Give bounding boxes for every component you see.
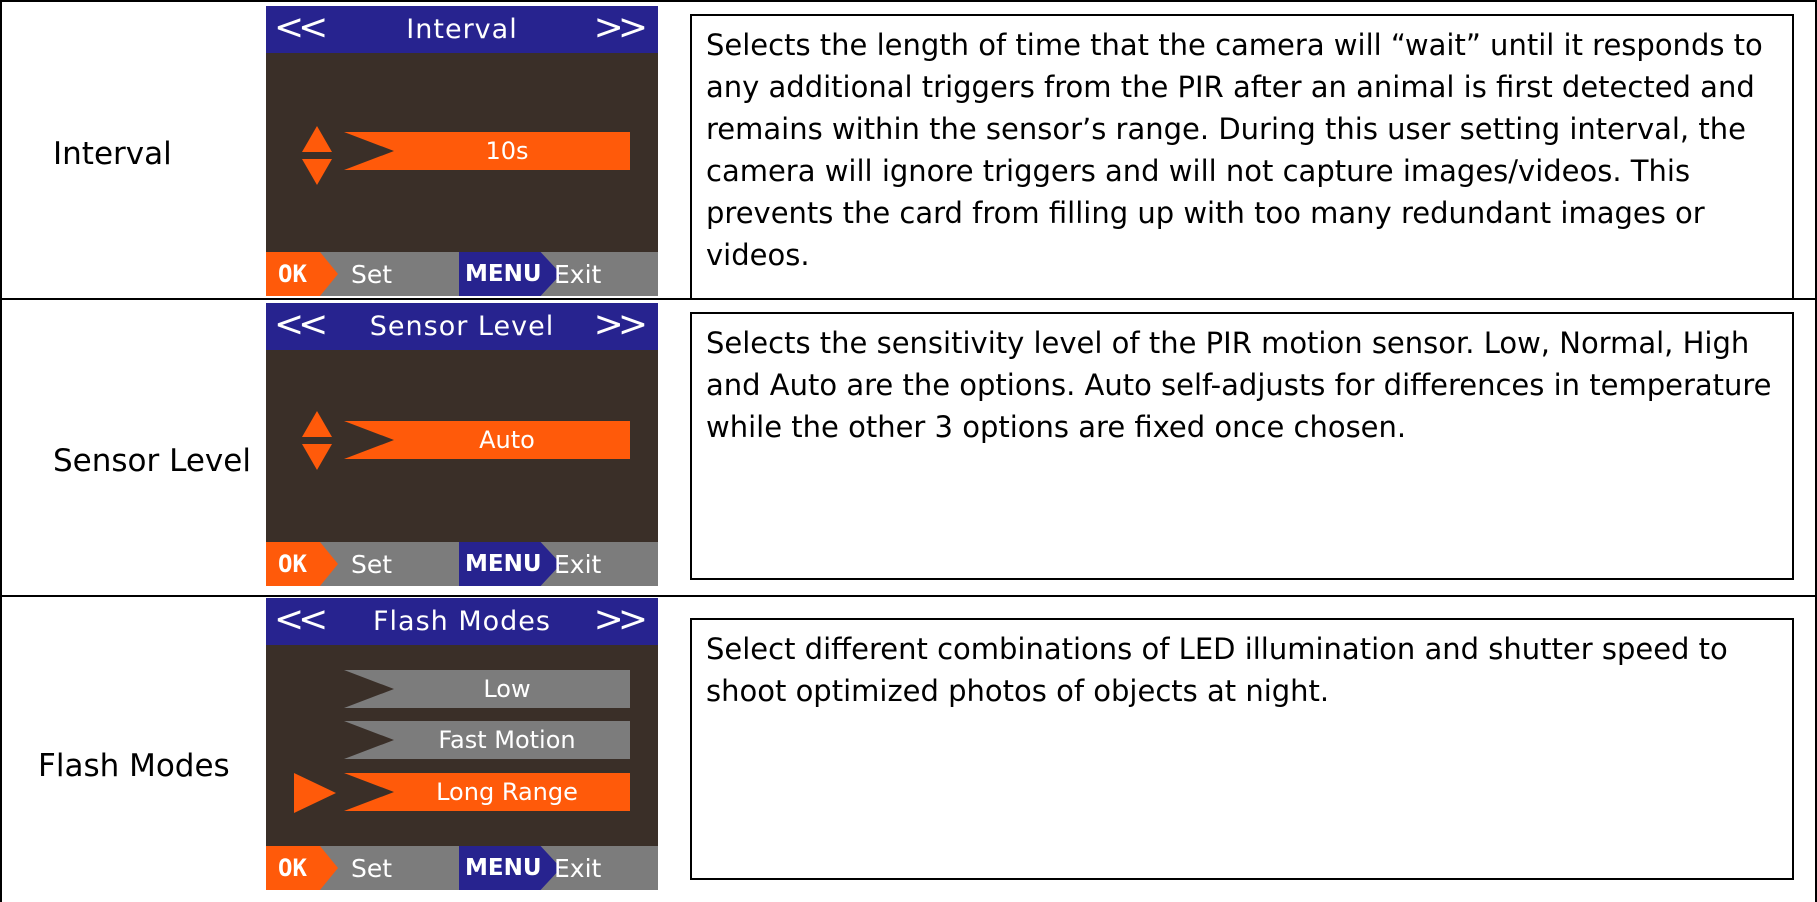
exit-label: Exit bbox=[554, 260, 602, 289]
double-chevron-right-icon[interactable]: >> bbox=[594, 598, 648, 645]
double-chevron-left-icon[interactable]: << bbox=[274, 303, 328, 350]
camera-screen-flash-modes: Flash Modes << >> Low Fast Motion Long R… bbox=[266, 598, 658, 890]
exit-label: Exit bbox=[554, 854, 602, 883]
screen-header-title: Sensor Level bbox=[369, 311, 555, 342]
exit-label: Exit bbox=[554, 550, 602, 579]
camera-screen-sensor-level: Sensor Level << >> Auto OK Set MENU Exit bbox=[266, 303, 658, 586]
screen-header-title: Flash Modes bbox=[373, 606, 551, 637]
ok-label: OK bbox=[278, 260, 307, 288]
row-label-sensor-level: Sensor Level bbox=[53, 443, 251, 479]
menu-label: MENU bbox=[465, 551, 542, 577]
option-label: Fast Motion bbox=[438, 726, 576, 754]
ok-label: OK bbox=[278, 854, 307, 882]
description-flash-modes: Select different combinations of LED ill… bbox=[690, 618, 1794, 880]
flash-mode-option[interactable]: Low bbox=[344, 670, 630, 708]
setting-value: 10s bbox=[485, 137, 529, 165]
screen-footer: OK Set MENU Exit bbox=[266, 846, 658, 890]
setting-value-bar[interactable]: 10s bbox=[344, 132, 630, 170]
set-label: Set bbox=[351, 854, 393, 883]
setting-value: Auto bbox=[479, 426, 535, 454]
row-label-flash-modes: Flash Modes bbox=[38, 748, 230, 784]
set-label: Set bbox=[351, 550, 393, 579]
description-interval: Selects the length of time that the came… bbox=[690, 14, 1794, 300]
screen-footer: OK Set MENU Exit bbox=[266, 542, 658, 586]
row-divider-2 bbox=[0, 595, 1817, 597]
flash-mode-option[interactable]: Fast Motion bbox=[344, 721, 630, 759]
table-border-top bbox=[0, 0, 1817, 2]
screen-header-title: Interval bbox=[406, 14, 518, 45]
selection-arrow-icon bbox=[294, 773, 336, 813]
table-border-left bbox=[0, 0, 2, 902]
double-chevron-left-icon[interactable]: << bbox=[274, 6, 328, 53]
menu-label: MENU bbox=[465, 855, 542, 881]
option-label: Long Range bbox=[436, 778, 578, 806]
up-down-arrow-icon[interactable] bbox=[302, 411, 332, 471]
double-chevron-left-icon[interactable]: << bbox=[274, 598, 328, 645]
description-sensor-level: Selects the sensitivity level of the PIR… bbox=[690, 312, 1794, 580]
up-down-arrow-icon[interactable] bbox=[302, 126, 332, 186]
ok-label: OK bbox=[278, 550, 307, 578]
flash-mode-option-selected[interactable]: Long Range bbox=[344, 773, 630, 811]
double-chevron-right-icon[interactable]: >> bbox=[594, 303, 648, 350]
screen-footer: OK Set MENU Exit bbox=[266, 252, 658, 296]
camera-screen-interval: Interval << >> 10s OK Set MENU Exit bbox=[266, 6, 658, 296]
row-label-interval: Interval bbox=[53, 136, 172, 172]
option-label: Low bbox=[483, 675, 531, 703]
menu-label: MENU bbox=[465, 261, 542, 287]
double-chevron-right-icon[interactable]: >> bbox=[594, 6, 648, 53]
setting-value-bar[interactable]: Auto bbox=[344, 421, 630, 459]
set-label: Set bbox=[351, 260, 393, 289]
